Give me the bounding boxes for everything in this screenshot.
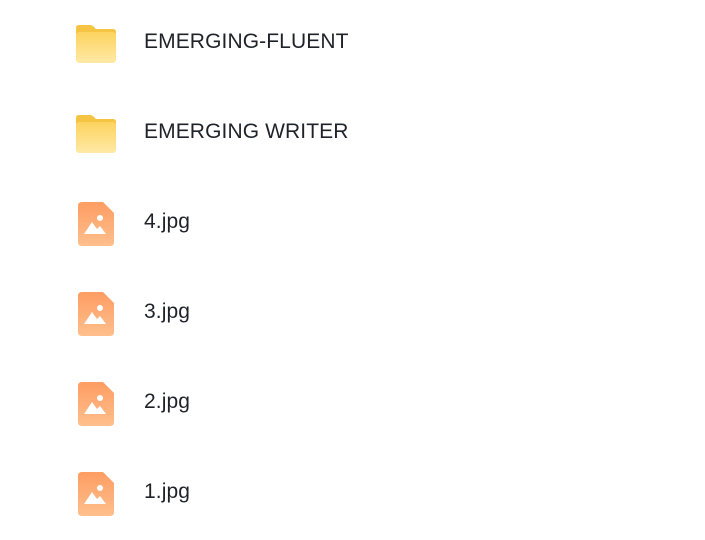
file-row-folder-emerging-fluent[interactable]: EMERGING-FLUENT: [0, 0, 705, 90]
file-row-image-2[interactable]: 2.jpg: [0, 360, 705, 450]
file-row-image-4[interactable]: 4.jpg: [0, 180, 705, 270]
file-name: 3.jpg: [144, 300, 191, 323]
image-file-icon: [72, 470, 120, 518]
file-list: EMERGING-FLUENT EMERGING WRITER 4.jpg 3.…: [0, 0, 705, 531]
image-file-icon: [72, 380, 120, 428]
folder-icon: [72, 110, 120, 158]
file-row-image-3[interactable]: 3.jpg: [0, 270, 705, 360]
file-name: EMERGING WRITER: [144, 120, 349, 143]
file-row-image-1[interactable]: 1.jpg: [0, 450, 705, 540]
file-name: 4.jpg: [144, 210, 191, 233]
image-file-icon: [72, 200, 120, 248]
folder-icon: [72, 20, 120, 68]
file-row-folder-emerging-writer[interactable]: EMERGING WRITER: [0, 90, 705, 180]
file-name: 1.jpg: [144, 480, 191, 503]
file-name: EMERGING-FLUENT: [144, 30, 349, 53]
image-file-icon: [72, 290, 120, 338]
file-name: 2.jpg: [144, 390, 191, 413]
